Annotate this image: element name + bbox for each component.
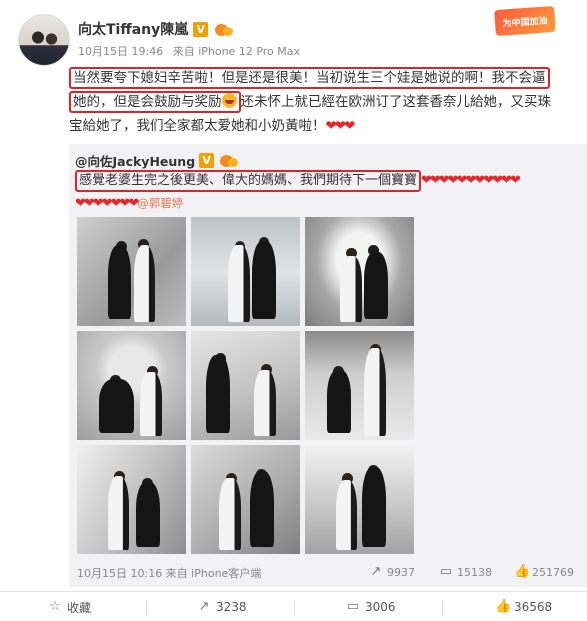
repost-text-line-1: 感覺老婆生完之後更美、偉大的媽媽、我們期待下一個寶寶 ❤❤❤❤❤❤❤❤❤❤❤ bbox=[75, 170, 575, 192]
highlight-box: 她的，但是会鼓励与奖励 bbox=[69, 91, 241, 113]
post-text-fragment: 宝給她了，我们全家都太爱她和小奶黃啦！ bbox=[69, 118, 326, 134]
comment-button[interactable]: ▭ 3006 bbox=[346, 592, 396, 621]
post-meta: 10月15日 19:46 来自 iPhone 12 Pro Max bbox=[78, 43, 306, 59]
repost-text: 感覺老婆生完之後更美、偉大的媽媽、我們期待下一個寶寶 ❤❤❤❤❤❤❤❤❤❤❤ ❤❤… bbox=[75, 170, 575, 214]
comment-icon: ▭ bbox=[439, 564, 453, 579]
like-count: 36568 bbox=[514, 600, 553, 614]
repost-count: 3238 bbox=[216, 600, 247, 614]
verified-icon: V bbox=[199, 153, 215, 168]
post-text: 当然要夸下媳妇辛苦啦！但是还是很美！当初说生三个娃是她说的啊！我不会逼 她的，但… bbox=[69, 66, 579, 138]
divider bbox=[442, 600, 443, 615]
photo-grid bbox=[77, 217, 417, 554]
post-time[interactable]: 10月15日 19:46 bbox=[78, 45, 163, 58]
repost-like-count[interactable]: 👍 251769 bbox=[514, 565, 574, 579]
repost-button[interactable]: ↗ 3238 bbox=[197, 592, 247, 621]
divider bbox=[294, 600, 295, 615]
photo-thumbnail[interactable] bbox=[191, 331, 300, 440]
comment-count: 3006 bbox=[365, 600, 396, 614]
mention-link[interactable]: @郭碧婷 bbox=[137, 196, 183, 210]
photo-thumbnail[interactable] bbox=[191, 217, 300, 326]
author-name[interactable]: 向太Tiffany陳嵐 bbox=[78, 19, 188, 39]
thumbs-up-icon: 👍 bbox=[495, 599, 512, 614]
highlight-box: 感覺老婆生完之後更美、偉大的媽媽、我們期待下一個寶寶 bbox=[75, 170, 422, 192]
post-text-line-1: 当然要夸下媳妇辛苦啦！但是还是很美！当初说生三个娃是她说的啊！我不会逼 bbox=[69, 66, 579, 90]
divider bbox=[146, 600, 147, 615]
highlight-box: 当然要夸下媳妇辛苦啦！但是还是很美！当初说生三个娃是她说的啊！我不会逼 bbox=[69, 67, 550, 89]
comment-icon: ▭ bbox=[346, 599, 360, 614]
like-button[interactable]: 👍 36568 bbox=[495, 592, 552, 621]
photo-thumbnail[interactable] bbox=[77, 445, 186, 554]
campaign-badge[interactable]: 为中国加油 bbox=[494, 5, 556, 37]
repost-forward-count[interactable]: ↗ 9937 bbox=[369, 565, 415, 579]
verified-icon: V bbox=[193, 21, 209, 37]
repost-author-name[interactable]: @向佐JackyHeung bbox=[75, 151, 195, 170]
author-row: 向太Tiffany陳嵐 V bbox=[78, 19, 235, 39]
hearts-icon: ❤❤❤ bbox=[325, 118, 356, 134]
vip-icon bbox=[218, 153, 240, 168]
repost-author-row: @向佐JackyHeung V bbox=[75, 151, 240, 170]
favorite-button[interactable]: ☆ 收藏 bbox=[48, 592, 91, 621]
hearts-icon: ❤❤❤❤❤❤❤ bbox=[75, 196, 139, 211]
repost-text-line-2: ❤❤❤❤❤❤❤@郭碧婷 bbox=[75, 192, 575, 214]
like-count-text: 251769 bbox=[532, 565, 574, 579]
photo-thumbnail[interactable] bbox=[191, 445, 300, 554]
reposted-weibo[interactable]: @向佐JackyHeung V 感覺老婆生完之後更美、偉大的媽媽、我們期待下一個… bbox=[69, 144, 587, 587]
share-icon: ↗ bbox=[198, 599, 210, 614]
weibo-post: 向太Tiffany陳嵐 V 10月15日 19:46 来自 iPhone 12 … bbox=[0, 0, 587, 621]
photo-thumbnail[interactable] bbox=[77, 217, 186, 326]
hearts-icon: ❤❤❤❤❤❤❤❤❤❤❤ bbox=[421, 173, 521, 188]
author-avatar[interactable] bbox=[18, 14, 70, 66]
favorite-label: 收藏 bbox=[67, 600, 92, 615]
photo-thumbnail[interactable] bbox=[305, 217, 414, 326]
comment-count-text: 15138 bbox=[457, 565, 492, 579]
post-text-fragment: 还未怀上就已經在欧洲订了这套香奈儿給她，又买珠 bbox=[240, 94, 552, 110]
repost-time[interactable]: 10月15日 10:16 来自 iPhone客户端 bbox=[77, 565, 261, 581]
post-text-line-3: 宝給她了，我们全家都太爱她和小奶黃啦！❤❤❤ bbox=[69, 114, 579, 138]
photo-thumbnail[interactable] bbox=[77, 331, 186, 440]
highlight-text: 她的，但是会鼓励与奖励 bbox=[73, 94, 222, 110]
post-source: 来自 iPhone 12 Pro Max bbox=[172, 45, 301, 58]
photo-thumbnail[interactable] bbox=[305, 331, 414, 440]
repost-comment-count[interactable]: ▭ 15138 bbox=[439, 565, 492, 579]
photo-thumbnail[interactable] bbox=[305, 445, 414, 554]
forward-count-text: 9937 bbox=[387, 565, 415, 579]
post-text-line-2: 她的，但是会鼓励与奖励 还未怀上就已經在欧洲订了这套香奈儿給她，又买珠 bbox=[69, 90, 579, 114]
repost-footer: 10月15日 10:16 来自 iPhone客户端 ↗ 9937 ▭ 15138… bbox=[69, 563, 587, 585]
share-icon: ↗ bbox=[370, 564, 382, 579]
thumbs-up-icon: 👍 bbox=[514, 564, 531, 579]
laughing-emoji-icon bbox=[221, 93, 237, 108]
vip-icon bbox=[213, 22, 235, 37]
action-bar: ☆ 收藏 ↗ 3238 ▭ 3006 👍 36568 bbox=[0, 591, 587, 621]
star-icon: ☆ bbox=[49, 599, 61, 614]
